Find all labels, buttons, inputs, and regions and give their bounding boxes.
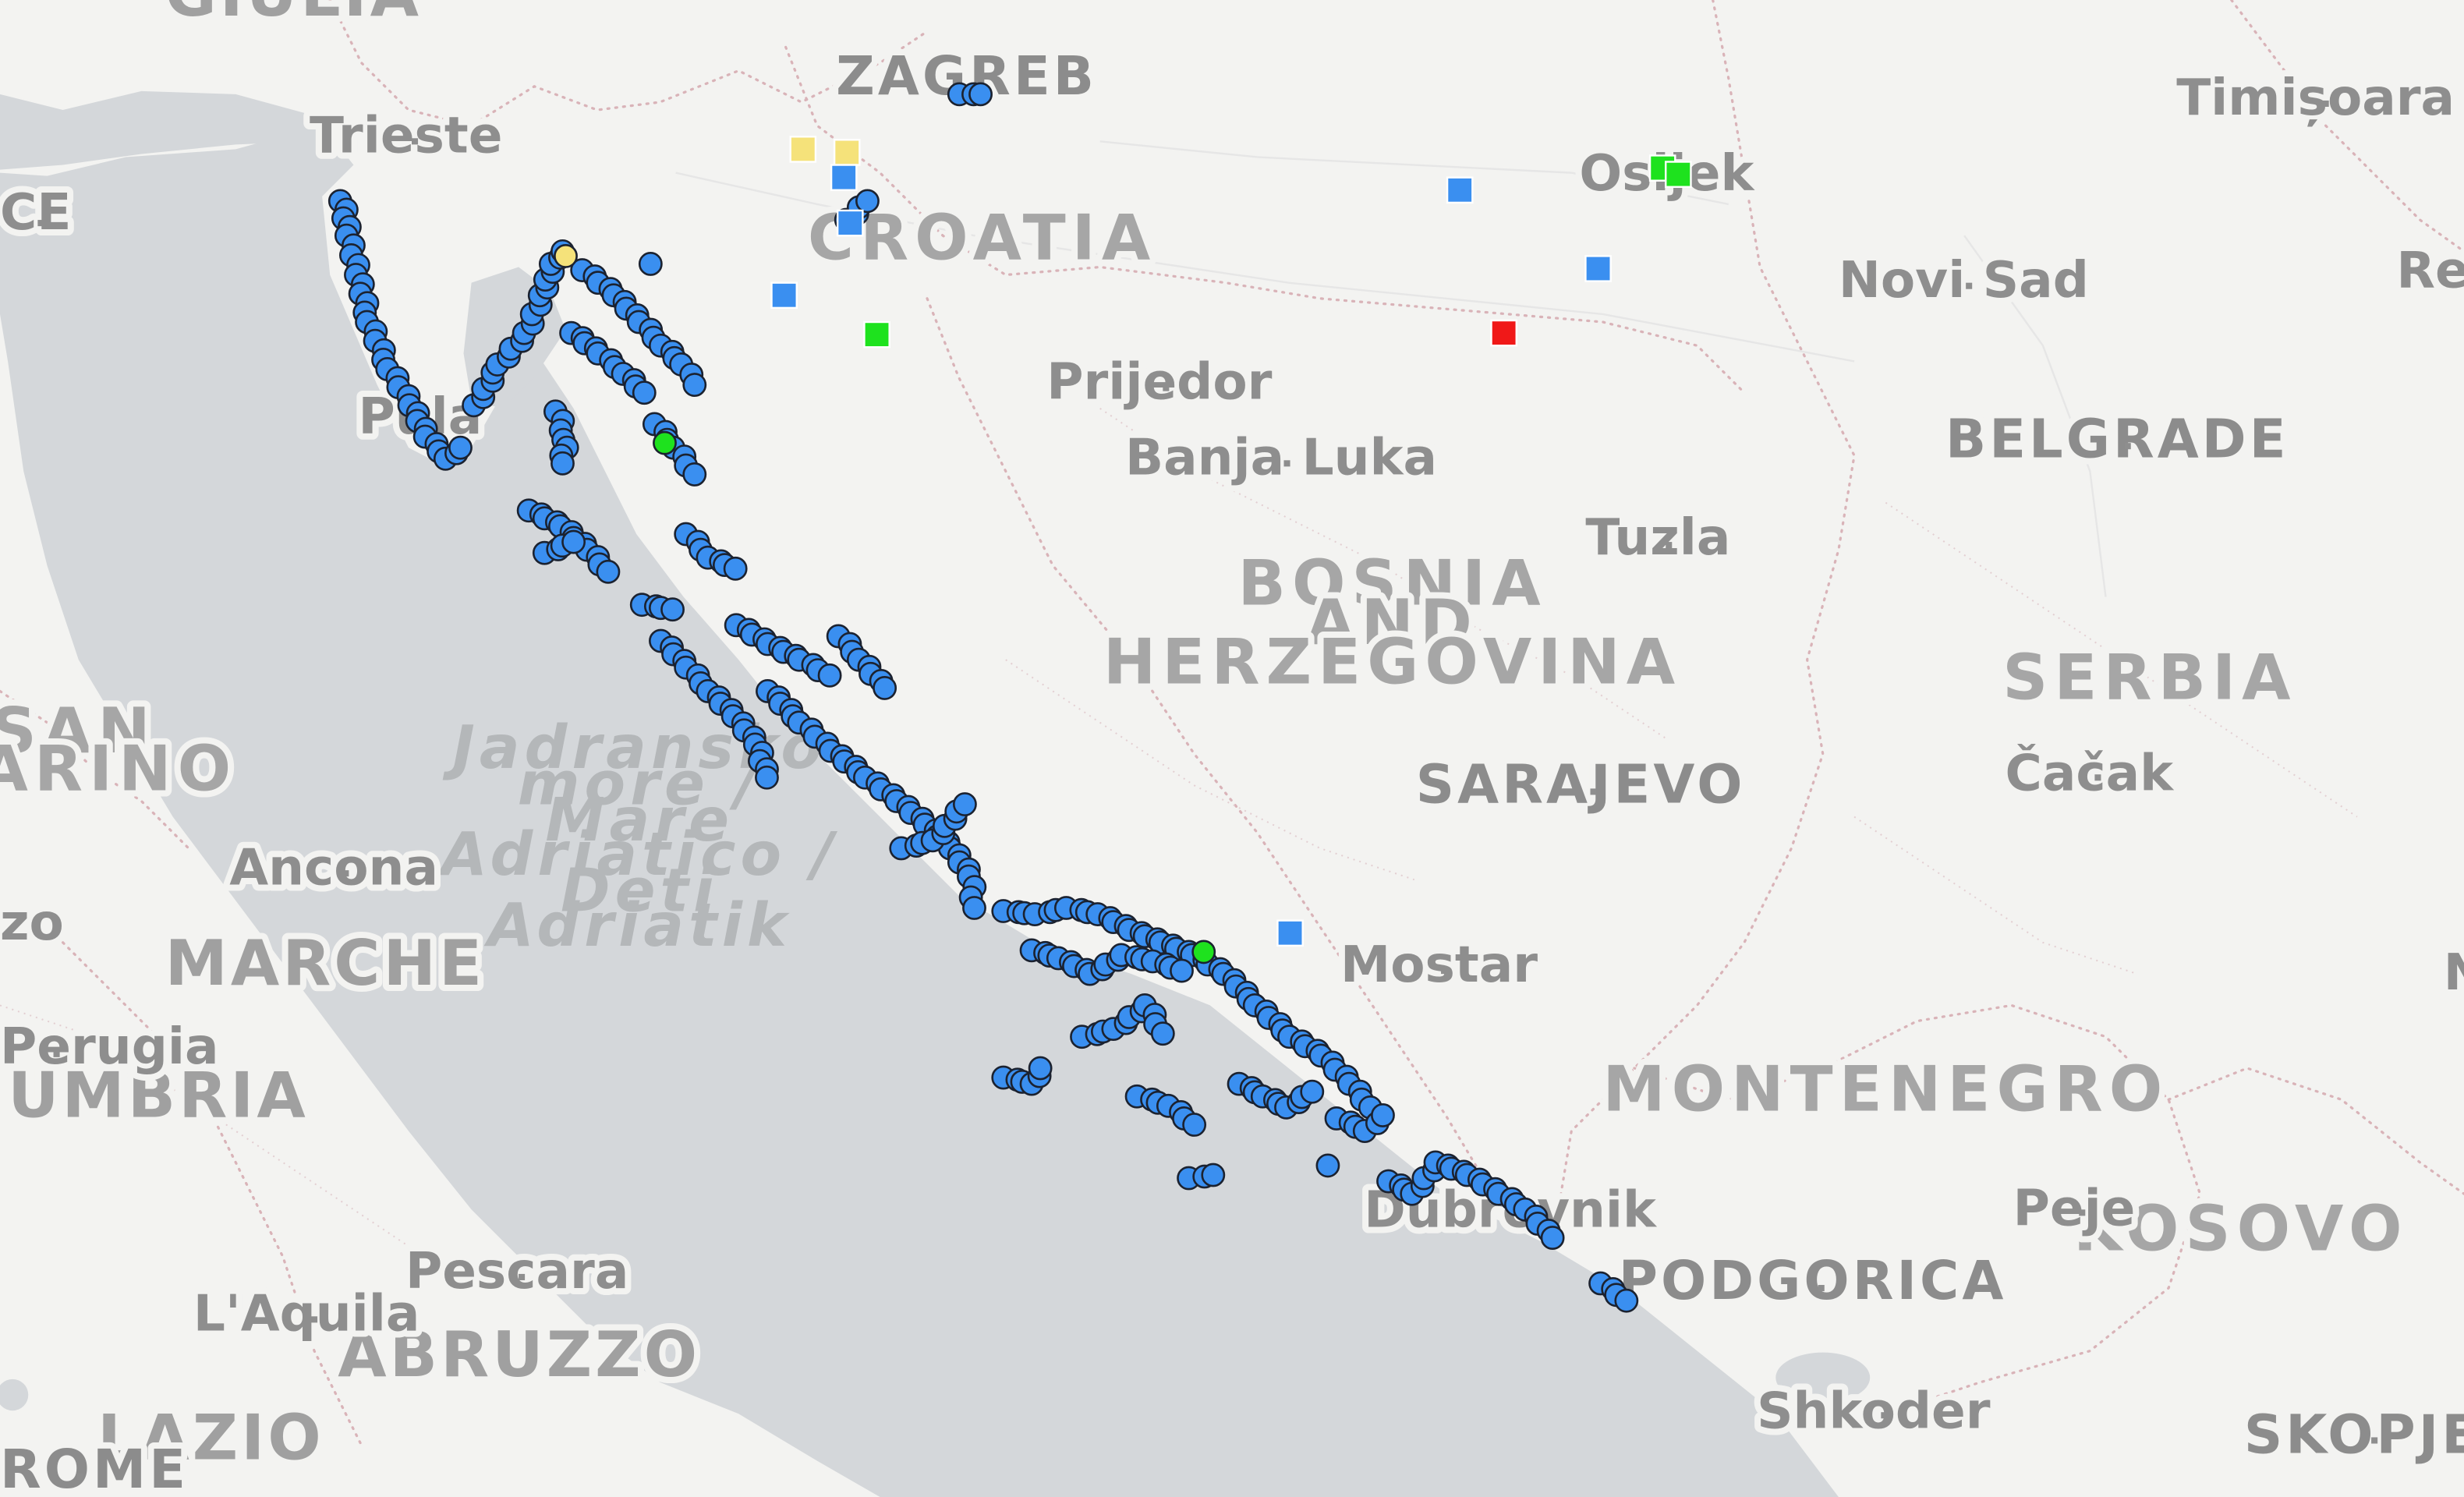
map-marker-point[interactable] — [638, 252, 663, 276]
map-marker-point[interactable] — [1150, 1021, 1175, 1046]
map-marker-point[interactable] — [551, 451, 575, 476]
map-marker-point[interactable] — [653, 430, 677, 455]
city-ce: CE — [0, 183, 71, 242]
region-giulia: GIULIA — [165, 0, 422, 31]
map-marker-point[interactable] — [448, 435, 473, 460]
sea-label-line-6: Adriatik — [483, 891, 791, 961]
city-cacak: Čačak — [2006, 743, 2175, 802]
map-marker-point[interactable] — [723, 556, 748, 581]
map-marker-point[interactable] — [1300, 1079, 1325, 1104]
map-marker-point[interactable] — [660, 597, 685, 622]
country-san-marino-2: MARINO — [0, 732, 237, 805]
map-marker-square[interactable] — [836, 209, 864, 237]
city-pescara: Pescara — [405, 1242, 628, 1301]
city-perugia: Perugia — [0, 1017, 218, 1076]
map-marker-point[interactable] — [682, 373, 707, 398]
country-serbia: SERBIA — [2002, 642, 2296, 715]
city-resita: Reșiț — [2396, 242, 2464, 300]
city-belgrade: BELGRADE — [1945, 408, 2289, 470]
map-marker-square[interactable] — [833, 139, 861, 166]
map-marker-point[interactable] — [968, 82, 993, 107]
map-marker-point[interactable] — [952, 792, 977, 816]
map-marker-point[interactable] — [682, 462, 707, 487]
map-marker-point[interactable] — [1540, 1226, 1565, 1250]
city-trieste: Trieste — [310, 106, 502, 165]
city-sarajevo: SARAJEVO — [1416, 754, 1746, 816]
city-timisoara: Timișoara — [2176, 69, 2455, 127]
map-marker-point[interactable] — [873, 676, 897, 700]
map-marker-point[interactable] — [1201, 1163, 1226, 1187]
city-tuzla: Tuzla — [1585, 508, 1730, 567]
map-marker-point[interactable] — [632, 380, 657, 405]
map-marker-square[interactable] — [1446, 176, 1474, 204]
map-marker-square[interactable] — [770, 281, 798, 310]
map-canvas[interactable]: GIULIA MARCHE UMBRIA ABRUZZO LAZIO CROAT… — [0, 0, 2464, 1497]
map-marker-point[interactable] — [1371, 1103, 1395, 1127]
city-podgorica: PODGORICA — [1619, 1250, 2007, 1312]
map-marker-point[interactable] — [1315, 1153, 1340, 1178]
city-n: N — [2444, 943, 2464, 1002]
map-marker-square[interactable] — [1665, 161, 1692, 188]
region-marche: MARCHE — [165, 927, 485, 1000]
map-marker-square[interactable] — [1276, 919, 1304, 947]
map-marker-square[interactable] — [863, 320, 890, 349]
sea-label: Jadransko more / Mare Adriatico / Deti A… — [437, 713, 834, 961]
map-marker-point[interactable] — [1028, 1056, 1053, 1081]
city-banja-luka: Banja Luka — [1125, 428, 1437, 487]
map-marker-square[interactable] — [1490, 319, 1517, 347]
map-marker-point[interactable] — [596, 559, 621, 584]
map-marker-point[interactable] — [554, 243, 578, 268]
city-mostar: Mostar — [1340, 936, 1538, 994]
city-laquila: L'Aquila — [193, 1284, 420, 1343]
map-marker-square[interactable] — [1584, 255, 1612, 282]
map-marker-point[interactable] — [1191, 940, 1216, 964]
map-marker-square[interactable] — [830, 164, 858, 191]
city-pec: Peje — [2013, 1179, 2136, 1237]
city-prijedor: Prijedor — [1046, 353, 1272, 412]
city-skopje: SKOPJE — [2244, 1404, 2464, 1467]
map-marker-point[interactable] — [1170, 958, 1194, 983]
map-marker-point[interactable] — [855, 189, 880, 214]
country-bosnia-3: HERZEGOVINA — [1103, 625, 1681, 699]
map-marker-point[interactable] — [1182, 1113, 1207, 1137]
map-marker-point[interactable] — [755, 765, 779, 790]
map-marker-point[interactable] — [962, 896, 986, 920]
city-zo: zo — [0, 894, 64, 952]
city-shkoder: Shkoder — [1757, 1382, 1991, 1440]
map-marker-point[interactable] — [1614, 1288, 1639, 1313]
country-montenegro: MONTENEGRO — [1602, 1053, 2168, 1126]
city-ancona: Ancona — [229, 838, 438, 897]
map-marker-point[interactable] — [817, 663, 842, 688]
city-rome: ROME — [0, 1439, 189, 1497]
city-novi-sad: Novi Sad — [1839, 251, 2089, 310]
map-marker-point[interactable] — [561, 529, 586, 554]
map-marker-square[interactable] — [789, 136, 817, 163]
